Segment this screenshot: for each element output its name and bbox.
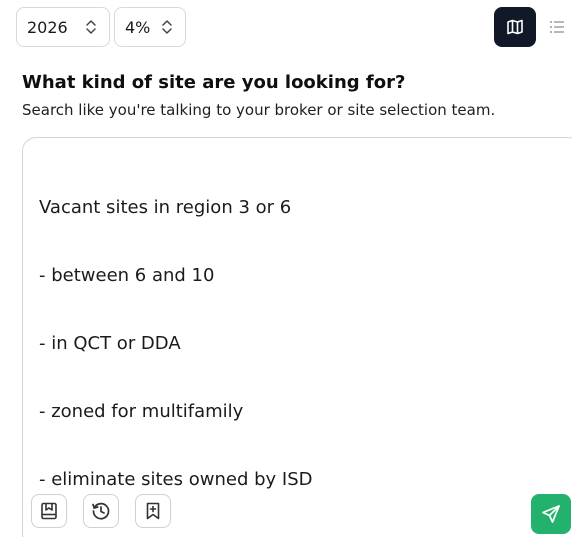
rate-value: 4% xyxy=(125,17,151,37)
chevron-up-down-icon xyxy=(86,20,96,34)
list-view-button[interactable] xyxy=(546,14,568,40)
query-line: - zoned for multifamily xyxy=(39,401,244,422)
query-text[interactable]: Vacant sites in region 3 or 6 - between … xyxy=(39,157,559,531)
history-icon xyxy=(92,502,110,520)
send-button[interactable] xyxy=(531,494,571,534)
query-line: - in QCT or DDA xyxy=(39,333,181,354)
add-bookmark-button[interactable] xyxy=(135,494,171,528)
save-search-button[interactable] xyxy=(31,494,67,528)
history-button[interactable] xyxy=(83,494,119,528)
page-subtitle: Search like you're talking to your broke… xyxy=(22,101,496,119)
bookmark-plus-icon xyxy=(146,502,160,520)
year-value: 2026 xyxy=(27,17,68,37)
query-line: Vacant sites in region 3 or 6 xyxy=(39,197,292,218)
rate-select[interactable]: 4% xyxy=(114,7,186,47)
map-view-button[interactable] xyxy=(494,7,536,47)
query-input[interactable]: Vacant sites in region 3 or 6 - between … xyxy=(22,137,572,537)
map-icon xyxy=(507,19,523,35)
query-line: - eliminate sites owned by ISD xyxy=(39,469,313,490)
send-icon xyxy=(542,505,560,523)
save-icon xyxy=(41,502,57,520)
page-title: What kind of site are you looking for? xyxy=(22,72,406,93)
query-line: - between 6 and 10 xyxy=(39,265,215,286)
list-icon xyxy=(550,21,564,33)
year-select[interactable]: 2026 xyxy=(16,7,110,47)
site-search-panel: 2026 4% What kind of site are you lookin… xyxy=(0,0,572,537)
chevron-up-down-icon xyxy=(162,20,172,34)
